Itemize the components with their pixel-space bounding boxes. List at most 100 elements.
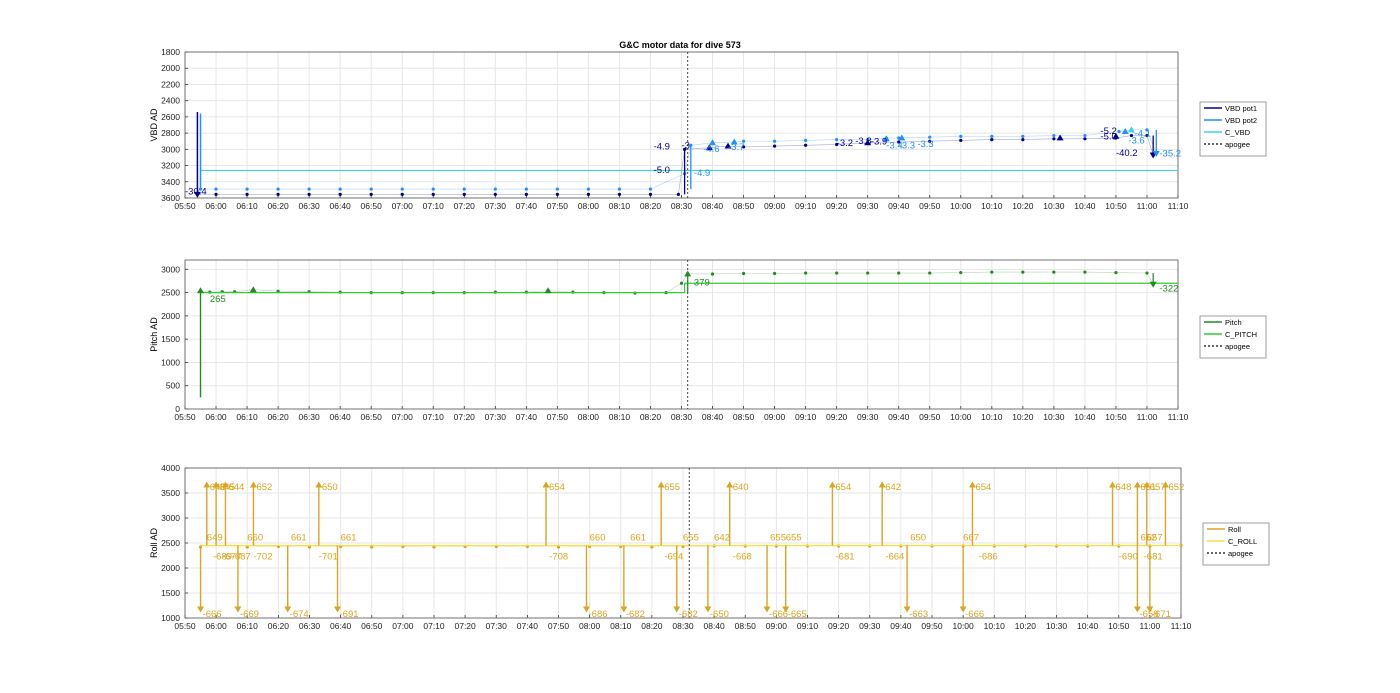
roll-up-label: 642: [885, 482, 901, 493]
x-tick-label: 08:10: [609, 201, 631, 211]
pitch-annotation: -322: [1159, 284, 1178, 295]
roll-annotation: 649: [207, 533, 223, 544]
legend-label: VBD pot2: [1225, 116, 1257, 125]
y-tick-label: 1800: [161, 47, 180, 57]
y-tick-label: 2000: [161, 311, 180, 321]
x-tick-label: 07:20: [454, 621, 476, 631]
vbd-annotation: -3.3: [899, 141, 915, 152]
roll-down-label: -650: [710, 609, 729, 620]
x-tick-label: 08:50: [735, 621, 757, 631]
vbd-annotation: -3.3: [917, 139, 933, 150]
x-tick-label: 10:30: [1043, 201, 1065, 211]
x-tick-label: 08:20: [641, 621, 663, 631]
roll-annotation: -708: [549, 552, 568, 563]
x-tick-label: 06:40: [330, 621, 352, 631]
y-tick-label: 2000: [161, 63, 180, 73]
roll-annotation: 661: [291, 533, 307, 544]
roll-annotation: -664: [885, 552, 904, 563]
roll-annotation: 655: [770, 533, 786, 544]
x-tick-label: 08:00: [579, 621, 601, 631]
x-tick-label: 08:00: [578, 201, 600, 211]
x-tick-label: 10:20: [1012, 412, 1034, 422]
x-tick-label: 10:10: [984, 621, 1006, 631]
y-tick-label: 3200: [161, 161, 180, 171]
x-tick-label: 08:20: [640, 412, 662, 422]
x-tick-label: 07:20: [454, 412, 476, 422]
y-tick-label: 3400: [161, 177, 180, 187]
roll-annotation: -681: [836, 552, 855, 563]
x-tick-label: 06:30: [299, 621, 321, 631]
vbd-legend: VBD pot1 VBD pot2 C_VBDapogee: [1199, 101, 1267, 157]
roll-up-label: 652: [256, 482, 272, 493]
roll-down-label: -666: [203, 609, 222, 620]
x-tick-label: 09:30: [859, 621, 881, 631]
roll-annotation: -681: [1144, 552, 1163, 563]
x-tick-label: 06:10: [236, 412, 258, 422]
x-tick-label: 07:40: [516, 412, 538, 422]
roll-down-label: -665: [788, 609, 807, 620]
x-tick-label: 08:30: [671, 412, 693, 422]
x-tick-label: 11:10: [1168, 201, 1189, 211]
series-trace-pitch: [200, 271, 1154, 294]
roll-annotation: 650: [910, 533, 926, 544]
x-tick-label: 07:10: [423, 621, 445, 631]
roll-up-label: 654: [549, 482, 565, 493]
x-tick-label: 08:30: [671, 201, 693, 211]
x-tick-label: 10:40: [1074, 201, 1096, 211]
roll-up-label: 655: [664, 482, 680, 493]
x-tick-label: 10:00: [950, 201, 972, 211]
x-tick-label: 10:20: [1015, 621, 1037, 631]
pitch-down-marker: [1149, 281, 1157, 288]
x-tick-label: 09:30: [857, 412, 879, 422]
x-tick-label: 06:20: [268, 621, 290, 631]
roll-down-label: -686: [589, 609, 608, 620]
x-tick-label: 07:00: [392, 201, 414, 211]
roll-up-label: 648: [1116, 482, 1132, 493]
y-tick-label: 2500: [161, 538, 180, 548]
roll-annotation: 657: [1147, 533, 1163, 544]
x-tick-label: 07:50: [547, 412, 569, 422]
legend-label: Roll: [1228, 525, 1241, 534]
legend-label: C_ROLL: [1228, 537, 1257, 546]
legend-label: apogee: [1228, 549, 1253, 558]
x-tick-label: 07:50: [547, 201, 569, 211]
x-tick-label: 09:20: [826, 201, 848, 211]
x-tick-label: 10:10: [981, 412, 1003, 422]
x-tick-label: 09:10: [795, 412, 817, 422]
roll-down-label: -682: [626, 609, 645, 620]
x-tick-label: 07:30: [486, 621, 508, 631]
y-axis-label: VBD AD: [149, 108, 159, 142]
x-tick-label: 07:00: [392, 621, 414, 631]
legend-label: VBD pot1: [1225, 104, 1257, 113]
vbd-annotation: -3.9: [871, 136, 887, 147]
roll-annotation: -701: [319, 552, 338, 563]
y-axis-label: Roll AD: [149, 527, 159, 558]
x-tick-label: 08:20: [640, 201, 662, 211]
x-tick-label: 07:10: [423, 412, 445, 422]
x-tick-label: 06:40: [330, 201, 352, 211]
y-tick-label: 0: [175, 404, 180, 414]
pitch-up-marker: [544, 287, 552, 294]
roll-up-label: 640: [733, 482, 749, 493]
x-tick-label: 09:00: [764, 201, 786, 211]
x-tick-label: 06:50: [361, 201, 383, 211]
roll-annotation: 661: [341, 533, 357, 544]
y-tick-label: 2200: [161, 79, 180, 89]
vbd-annotation: -5.0: [1100, 132, 1116, 143]
x-tick-label: 06:50: [361, 412, 383, 422]
x-tick-label: 08:40: [702, 201, 724, 211]
x-tick-label: 07:40: [516, 201, 538, 211]
x-tick-label: 09:20: [826, 412, 848, 422]
roll-annotation: -686: [979, 552, 998, 563]
x-tick-label: 09:10: [795, 201, 817, 211]
x-tick-label: 09:40: [888, 201, 910, 211]
figure-title: G&C motor data for dive 573: [619, 40, 741, 50]
roll-up-label: 657: [1150, 482, 1166, 493]
x-tick-label: 09:20: [828, 621, 850, 631]
x-tick-label: 11:00: [1137, 201, 1158, 211]
roll-annotation: -702: [253, 552, 272, 563]
pitch-axes: 05:50 06:00 06:10 06:20 06:30 06:40 06:50 07:00…: [149, 259, 1189, 422]
roll-annotation: -690: [1119, 552, 1138, 563]
x-tick-label: 11:10: [1171, 621, 1192, 631]
roll-up-label: 654: [835, 482, 851, 493]
